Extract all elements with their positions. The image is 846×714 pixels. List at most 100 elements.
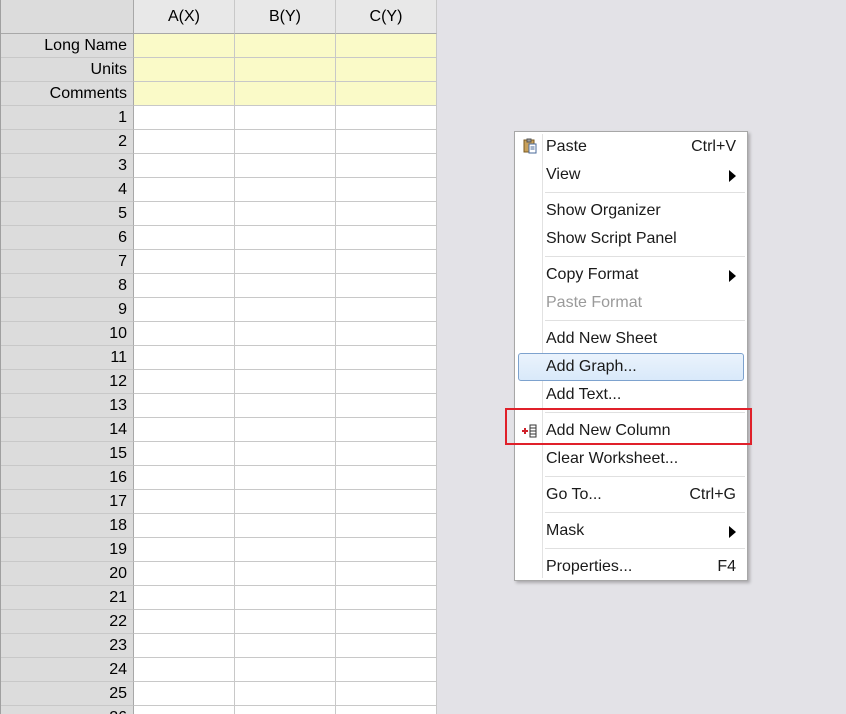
row-header[interactable]: 13 — [1, 394, 134, 418]
grid-cell[interactable] — [336, 682, 437, 706]
grid-cell[interactable] — [336, 250, 437, 274]
grid-cell[interactable] — [336, 106, 437, 130]
grid-cell[interactable] — [336, 322, 437, 346]
row-header[interactable]: 25 — [1, 682, 134, 706]
grid-cell[interactable] — [235, 178, 336, 202]
grid-cell[interactable] — [134, 634, 235, 658]
row-header[interactable]: 12 — [1, 370, 134, 394]
menu-item-show-script-panel[interactable]: Show Script Panel — [518, 226, 744, 252]
grid-cell[interactable] — [235, 442, 336, 466]
grid-cell[interactable] — [235, 34, 336, 58]
grid-cell[interactable] — [336, 658, 437, 682]
row-header[interactable]: 14 — [1, 418, 134, 442]
grid-cell[interactable] — [235, 346, 336, 370]
grid-cell[interactable] — [235, 250, 336, 274]
row-header[interactable]: 16 — [1, 466, 134, 490]
grid-cell[interactable] — [134, 346, 235, 370]
grid-cell[interactable] — [336, 418, 437, 442]
grid-cell[interactable] — [235, 586, 336, 610]
menu-item-show-organizer[interactable]: Show Organizer — [518, 198, 744, 224]
grid-cell[interactable] — [235, 394, 336, 418]
row-header[interactable]: 11 — [1, 346, 134, 370]
row-header[interactable]: 10 — [1, 322, 134, 346]
grid-cell[interactable] — [134, 274, 235, 298]
grid-cell[interactable] — [134, 154, 235, 178]
menu-item-mask[interactable]: Mask — [518, 518, 744, 544]
grid-cell[interactable] — [134, 226, 235, 250]
grid-cell[interactable] — [134, 682, 235, 706]
grid-cell[interactable] — [134, 202, 235, 226]
row-header[interactable]: 5 — [1, 202, 134, 226]
grid-cell[interactable] — [235, 154, 336, 178]
grid-cell[interactable] — [336, 202, 437, 226]
menu-item-go-to[interactable]: Go To... Ctrl+G — [518, 482, 744, 508]
grid-cell[interactable] — [235, 322, 336, 346]
grid-cell[interactable] — [336, 490, 437, 514]
grid-cell[interactable] — [235, 202, 336, 226]
grid-cell[interactable] — [134, 466, 235, 490]
menu-item-properties[interactable]: Properties... F4 — [518, 554, 744, 580]
grid-cell[interactable] — [134, 322, 235, 346]
grid-cell[interactable] — [235, 82, 336, 106]
grid-cell[interactable] — [134, 34, 235, 58]
grid-cell[interactable] — [336, 370, 437, 394]
row-header[interactable]: 6 — [1, 226, 134, 250]
grid-cell[interactable] — [235, 658, 336, 682]
grid-cell[interactable] — [235, 538, 336, 562]
grid-cell[interactable] — [336, 706, 437, 714]
grid-cell[interactable] — [235, 706, 336, 714]
grid-cell[interactable] — [134, 418, 235, 442]
grid-cell[interactable] — [134, 610, 235, 634]
grid-cell[interactable] — [336, 82, 437, 106]
grid-cell[interactable] — [336, 58, 437, 82]
grid-cell[interactable] — [336, 538, 437, 562]
row-header[interactable]: 23 — [1, 634, 134, 658]
column-header-c[interactable]: C(Y) — [336, 0, 437, 34]
grid-cell[interactable] — [134, 130, 235, 154]
grid-cell[interactable] — [336, 154, 437, 178]
grid-cell[interactable] — [235, 226, 336, 250]
grid-cell[interactable] — [336, 298, 437, 322]
menu-item-add-graph[interactable]: Add Graph... — [518, 353, 744, 381]
row-header[interactable]: 17 — [1, 490, 134, 514]
grid-cell[interactable] — [235, 370, 336, 394]
grid-cell[interactable] — [235, 490, 336, 514]
grid-cell[interactable] — [336, 34, 437, 58]
grid-cell[interactable] — [134, 562, 235, 586]
menu-item-view[interactable]: View — [518, 162, 744, 188]
grid-cell[interactable] — [336, 226, 437, 250]
grid-cell[interactable] — [336, 514, 437, 538]
grid-cell[interactable] — [134, 394, 235, 418]
row-header[interactable]: 20 — [1, 562, 134, 586]
grid-cell[interactable] — [134, 106, 235, 130]
grid-cell[interactable] — [134, 514, 235, 538]
grid-cell[interactable] — [336, 274, 437, 298]
grid-cell[interactable] — [235, 682, 336, 706]
row-header[interactable]: 26 — [1, 706, 134, 714]
grid-cell[interactable] — [235, 634, 336, 658]
grid-cell[interactable] — [134, 82, 235, 106]
grid-cell[interactable] — [336, 346, 437, 370]
grid-cell[interactable] — [336, 442, 437, 466]
grid-cell[interactable] — [134, 706, 235, 714]
menu-item-copy-format[interactable]: Copy Format — [518, 262, 744, 288]
grid-cell[interactable] — [235, 298, 336, 322]
grid-cell[interactable] — [336, 610, 437, 634]
row-header[interactable]: 22 — [1, 610, 134, 634]
row-header[interactable]: 19 — [1, 538, 134, 562]
row-header[interactable]: 3 — [1, 154, 134, 178]
grid-cell[interactable] — [235, 562, 336, 586]
grid-cell[interactable] — [336, 586, 437, 610]
grid-cell[interactable] — [134, 298, 235, 322]
column-header-b[interactable]: B(Y) — [235, 0, 336, 34]
menu-item-add-new-sheet[interactable]: Add New Sheet — [518, 326, 744, 352]
grid-cell[interactable] — [134, 538, 235, 562]
grid-cell[interactable] — [235, 418, 336, 442]
grid-cell[interactable] — [336, 562, 437, 586]
grid-cell[interactable] — [134, 250, 235, 274]
row-header[interactable]: 7 — [1, 250, 134, 274]
column-header-a[interactable]: A(X) — [134, 0, 235, 34]
grid-cell[interactable] — [336, 634, 437, 658]
grid-cell[interactable] — [134, 490, 235, 514]
grid-cell[interactable] — [336, 466, 437, 490]
